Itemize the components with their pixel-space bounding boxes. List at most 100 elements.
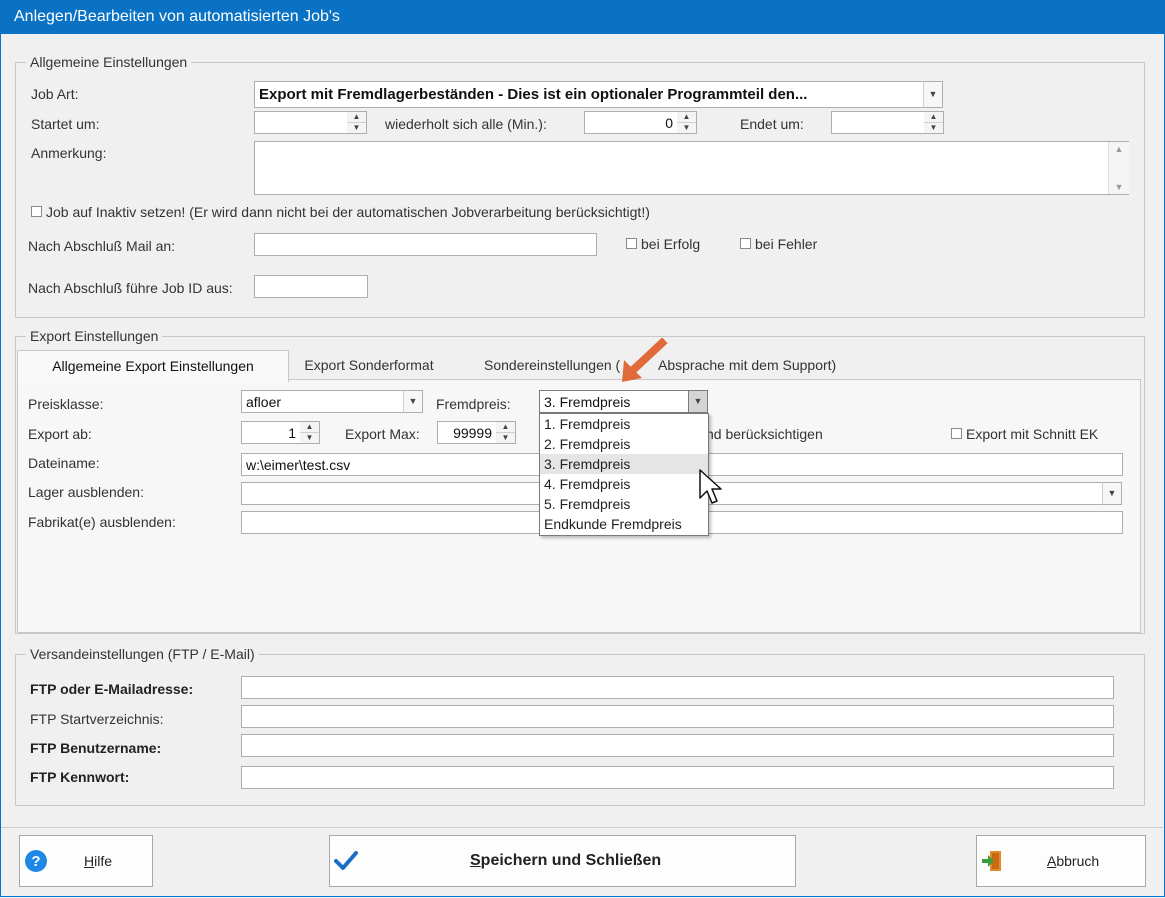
spin-down-icon[interactable]: ▼	[677, 123, 696, 134]
erfolg-checkbox[interactable]	[626, 238, 637, 249]
endet-input[interactable]	[831, 111, 925, 134]
spin-up-icon[interactable]: ▲	[300, 422, 319, 433]
startet-spinner[interactable]: ▲ ▼	[347, 111, 367, 134]
chevron-down-icon: ▼	[928, 89, 938, 99]
export-max-input[interactable]: 99999	[437, 421, 497, 444]
spin-up-icon[interactable]: ▲	[496, 422, 515, 433]
hilfe-label: Hilfe	[84, 853, 112, 869]
chevron-down-icon: ▼	[408, 396, 418, 406]
preisklasse-select[interactable]: afloer	[241, 390, 405, 413]
window-titlebar: Anlegen/Bearbeiten von automatisierten J…	[0, 0, 1165, 34]
spin-down-icon[interactable]: ▼	[496, 433, 515, 444]
checkmark-icon	[334, 851, 358, 870]
preisklasse-dropdown-button[interactable]: ▼	[403, 390, 423, 413]
dateiname-label: Dateiname:	[28, 455, 100, 471]
fremdpreis-label: Fremdpreis:	[436, 396, 511, 412]
anmerkung-label: Anmerkung:	[31, 145, 107, 161]
speichern-label-rest: peichern und Schließen	[480, 852, 662, 869]
lager-label: Lager ausblenden:	[28, 484, 144, 500]
benutzer-input[interactable]	[241, 734, 1114, 757]
startverz-input[interactable]	[241, 705, 1114, 728]
benutzer-label: FTP Benutzername:	[30, 740, 162, 756]
export-ab-input[interactable]: 1	[241, 421, 301, 444]
scroll-down-icon[interactable]: ▼	[1109, 180, 1129, 194]
speichern-mnemonic: S	[470, 852, 481, 869]
wiederholt-input[interactable]: 0	[584, 111, 678, 134]
spin-up-icon[interactable]: ▲	[924, 112, 943, 123]
dropdown-option[interactable]: Endkunde Fremdpreis	[540, 514, 708, 534]
jobid-label: Nach Abschluß führe Job ID aus:	[28, 280, 233, 296]
speichern-button[interactable]: Speichern und Schließen	[329, 835, 796, 887]
fremdpreis-dropdown-button[interactable]: ▼	[688, 390, 708, 413]
startverz-label: FTP Startverzeichnis:	[30, 711, 164, 727]
mail-input[interactable]	[254, 233, 597, 256]
fehler-label: bei Fehler	[755, 236, 818, 252]
spin-up-icon[interactable]: ▲	[677, 112, 696, 123]
window-title: Anlegen/Bearbeiten von automatisierten J…	[14, 8, 340, 25]
dropdown-option-selected[interactable]: 3. Fremdpreis	[540, 454, 708, 474]
export-settings-legend: Export Einstellungen	[30, 328, 159, 344]
chevron-down-icon: ▼	[693, 396, 703, 406]
kennwort-label: FTP Kennwort:	[30, 769, 130, 785]
export-ab-label: Export ab:	[28, 426, 92, 442]
wiederholt-label: wiederholt sich alle (Min.):	[385, 116, 547, 132]
fremdpreis-select[interactable]: 3. Fremdpreis	[539, 390, 689, 413]
hilfe-label-rest: ilfe	[94, 853, 113, 869]
endet-label: Endet um:	[740, 116, 804, 132]
abbruch-label-rest: bbruch	[1056, 853, 1100, 869]
hilfe-button[interactable]: ? Hilfe	[19, 835, 153, 887]
dropdown-option[interactable]: 1. Fremdpreis	[540, 414, 708, 434]
chevron-down-icon: ▼	[1107, 488, 1117, 498]
spin-down-icon[interactable]: ▼	[347, 123, 366, 134]
tab-sondereinstellungen[interactable]: Sondereinstellungen (	[484, 350, 634, 380]
scroll-up-icon[interactable]: ▲	[1109, 142, 1129, 156]
tab-sondereinstellungen-rest: Absprache mit dem Support)	[658, 357, 837, 373]
spin-down-icon[interactable]: ▼	[924, 123, 943, 134]
abbruch-mnemonic: A	[1047, 853, 1057, 869]
speichern-label: Speichern und Schließen	[470, 852, 661, 870]
schnitt-label: Export mit Schnitt EK	[966, 426, 1099, 442]
abbruch-label: Abbruch	[1047, 853, 1099, 869]
mail-label: Nach Abschluß Mail an:	[28, 238, 176, 254]
job-art-dropdown-button[interactable]: ▼	[923, 81, 943, 108]
mouse-cursor-icon	[699, 469, 722, 504]
job-art-label: Job Art:	[31, 86, 79, 102]
inaktiv-checkbox[interactable]	[31, 206, 42, 217]
arrow-annotation-icon	[622, 338, 668, 382]
spin-down-icon[interactable]: ▼	[300, 433, 319, 444]
help-icon: ?	[25, 850, 47, 872]
fremdpreis-dropdown-list: 1. Fremdpreis 2. Fremdpreis 3. Fremdprei…	[539, 413, 709, 536]
job-art-select[interactable]: Export mit Fremdlagerbeständen - Dies is…	[254, 81, 925, 108]
abbruch-button[interactable]: Abbruch	[976, 835, 1146, 887]
lager-dropdown-button[interactable]: ▼	[1102, 482, 1122, 505]
dropdown-option[interactable]: 5. Fremdpreis	[540, 494, 708, 514]
dropdown-option[interactable]: 4. Fremdpreis	[540, 474, 708, 494]
preisklasse-label: Preisklasse:	[28, 396, 104, 412]
jobid-input[interactable]	[254, 275, 368, 298]
exit-door-icon	[982, 851, 1001, 871]
hilfe-mnemonic: H	[84, 853, 95, 869]
footer-divider	[1, 827, 1163, 828]
kennwort-input[interactable]	[241, 766, 1114, 789]
schnitt-checkbox[interactable]	[951, 428, 962, 439]
startet-input[interactable]	[254, 111, 348, 134]
tab-export-sonderformat[interactable]: Export Sonderformat	[290, 350, 448, 380]
partially-hidden-label: nd berücksichtigen	[706, 426, 823, 442]
export-max-label: Export Max:	[345, 426, 420, 442]
tab-allgemeine-export[interactable]: Allgemeine Export Einstellungen	[17, 350, 289, 382]
anmerkung-textarea[interactable]	[254, 141, 1129, 195]
svg-text:?: ?	[31, 853, 40, 870]
export-max-spinner[interactable]: ▲ ▼	[496, 421, 516, 444]
anmerkung-scrollbar[interactable]: ▲ ▼	[1108, 142, 1129, 194]
ftp-label: FTP oder E-Mailadresse:	[30, 681, 194, 697]
fehler-checkbox[interactable]	[740, 238, 751, 249]
spin-up-icon[interactable]: ▲	[347, 112, 366, 123]
endet-spinner[interactable]: ▲ ▼	[924, 111, 944, 134]
erfolg-label: bei Erfolg	[641, 236, 701, 252]
ftp-input[interactable]	[241, 676, 1114, 699]
wiederholt-spinner[interactable]: ▲ ▼	[677, 111, 697, 134]
general-settings-legend: Allgemeine Einstellungen	[30, 54, 188, 70]
versand-settings-legend: Versandeinstellungen (FTP / E-Mail)	[30, 646, 255, 662]
export-ab-spinner[interactable]: ▲ ▼	[300, 421, 320, 444]
dropdown-option[interactable]: 2. Fremdpreis	[540, 434, 708, 454]
